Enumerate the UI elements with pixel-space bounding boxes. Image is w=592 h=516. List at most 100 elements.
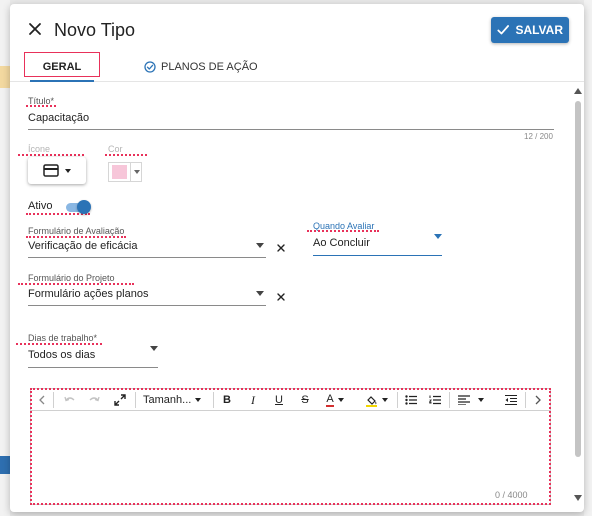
font-size-label: Tamanh... — [143, 394, 192, 406]
font-size-dropdown[interactable]: Tamanh... — [143, 392, 207, 408]
chevron-down-icon — [195, 398, 202, 402]
align-dropdown[interactable] — [455, 392, 487, 408]
formulario-avaliacao-label: Formulário de Avaliação — [28, 226, 125, 236]
credit-card-icon — [43, 164, 59, 177]
scroll-down-arrow-icon[interactable] — [574, 495, 582, 501]
scroll-up-arrow-icon[interactable] — [574, 88, 582, 94]
formulario-projeto-label: Formulário do Projeto — [28, 273, 115, 283]
dialog-header: Novo Tipo SALVAR — [10, 4, 584, 54]
redo-button[interactable] — [85, 392, 103, 408]
titulo-input[interactable]: Capacitação — [28, 112, 89, 124]
chevron-down-icon — [65, 168, 71, 173]
undo-button[interactable] — [61, 392, 79, 408]
annotation-underline — [307, 230, 379, 232]
text-color-button[interactable]: A — [321, 392, 349, 408]
tab-planos-label: PLANOS DE AÇÃO — [161, 61, 258, 73]
align-left-icon — [458, 395, 470, 405]
italic-icon: I — [251, 392, 255, 407]
quando-avaliar-select[interactable]: Ao Concluir — [313, 237, 370, 249]
color-picker-divider — [130, 163, 131, 181]
background-left-edge — [0, 0, 10, 516]
icone-label: Ícone — [28, 144, 51, 154]
chevron-down-icon[interactable] — [256, 291, 264, 296]
save-button[interactable]: SALVAR — [491, 17, 569, 43]
save-button-label: SALVAR — [515, 23, 563, 37]
background-stripe — [0, 66, 10, 88]
annotation-underline — [18, 283, 134, 285]
ativo-toggle[interactable] — [64, 200, 91, 214]
dias-trabalho-select[interactable]: Todos os dias — [28, 349, 95, 361]
novo-tipo-dialog: Novo Tipo SALVAR GERAL PLANOS DE AÇÃO Tí… — [10, 4, 584, 512]
chevron-left-icon — [39, 395, 45, 405]
background-stripe — [0, 456, 10, 474]
cor-label: Cor — [108, 144, 123, 154]
dialog-title: Novo Tipo — [54, 20, 136, 40]
expand-icon — [114, 394, 126, 406]
formulario-avaliacao-select[interactable]: Verificação de eficácia — [28, 240, 137, 252]
toolbar-scroll-left-button[interactable] — [35, 392, 49, 408]
active-tab-indicator — [30, 80, 94, 82]
numbered-list-button[interactable] — [427, 392, 443, 408]
color-picker[interactable] — [108, 162, 142, 182]
chevron-down-icon — [134, 170, 140, 174]
dias-trabalho-underline — [28, 367, 158, 368]
paint-bucket-icon — [365, 395, 377, 407]
close-icon — [277, 244, 285, 252]
ativo-label: Ativo — [28, 200, 53, 212]
bold-icon: B — [223, 394, 231, 406]
undo-icon — [64, 396, 75, 402]
tab-geral[interactable]: GERAL — [24, 52, 100, 82]
bullet-list-button[interactable] — [403, 392, 419, 408]
toolbar-divider — [397, 392, 398, 408]
chevron-down-icon — [381, 398, 388, 402]
clear-formulario-avaliacao-button[interactable] — [276, 240, 286, 252]
chevron-down-icon[interactable] — [150, 346, 158, 351]
quando-avaliar-underline — [313, 255, 442, 256]
bold-button[interactable]: B — [219, 392, 235, 408]
editor-text-area[interactable] — [31, 412, 550, 504]
numbered-list-icon — [429, 395, 441, 405]
tab-highlight-box — [24, 52, 100, 77]
form-content: Título* Capacitação 12 / 200 Ícone Cor A… — [10, 83, 584, 512]
underline-button[interactable]: U — [271, 392, 287, 408]
editor-toolbar: Tamanh... B I U S A — [31, 389, 550, 411]
formulario-projeto-select[interactable]: Formulário ações planos — [28, 288, 148, 300]
close-button[interactable] — [24, 18, 46, 40]
background-right-edge — [584, 0, 592, 516]
tab-bar: GERAL PLANOS DE AÇÃO — [10, 52, 584, 82]
annotation-underline — [105, 154, 147, 156]
titulo-underline — [28, 129, 554, 130]
italic-button[interactable]: I — [245, 392, 261, 408]
formulario-projeto-underline — [28, 305, 266, 306]
outdent-icon — [505, 395, 517, 405]
toolbar-scroll-right-button[interactable] — [531, 392, 545, 408]
editor-char-counter: 0 / 4000 — [495, 490, 528, 500]
icon-picker-button[interactable] — [28, 157, 86, 184]
annotation-underline — [26, 105, 56, 107]
close-icon — [277, 293, 285, 301]
check-icon — [497, 25, 509, 35]
scrollbar-thumb[interactable] — [575, 101, 581, 457]
formulario-avaliacao-underline — [28, 257, 266, 258]
tab-planos-de-acao[interactable]: PLANOS DE AÇÃO — [144, 54, 258, 80]
color-swatch — [112, 165, 127, 179]
chevron-down-icon[interactable] — [256, 243, 264, 248]
outdent-button[interactable] — [503, 392, 519, 408]
toolbar-divider — [449, 392, 450, 408]
annotation-underline — [16, 343, 102, 345]
underline-icon: U — [275, 394, 283, 406]
strikethrough-icon: S — [301, 394, 309, 406]
chevron-right-icon — [535, 395, 541, 405]
chevron-down-icon[interactable] — [434, 234, 442, 239]
highlight-color-button[interactable] — [361, 392, 391, 408]
vertical-scrollbar[interactable] — [573, 83, 582, 512]
clear-formulario-projeto-button[interactable] — [276, 289, 286, 301]
dias-trabalho-label: Dias de trabalho* — [28, 333, 98, 343]
chevron-down-icon — [478, 398, 484, 402]
strikethrough-button[interactable]: S — [297, 392, 313, 408]
toolbar-divider — [53, 392, 54, 408]
fullscreen-button[interactable] — [111, 392, 129, 408]
bullet-list-icon — [405, 395, 417, 405]
annotation-underline — [18, 154, 84, 156]
toggle-thumb — [77, 200, 91, 214]
